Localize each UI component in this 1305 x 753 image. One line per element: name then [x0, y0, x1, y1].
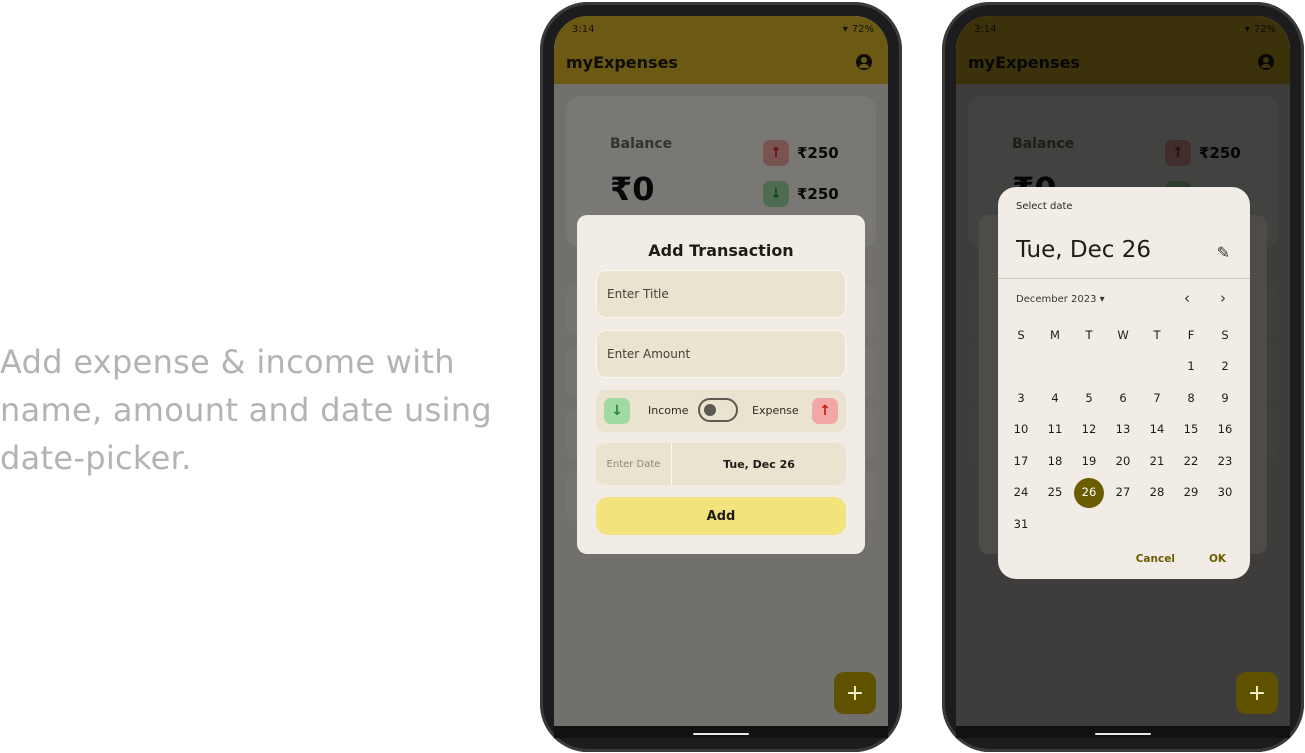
week-row: 10 11 12 13 14 15 16	[1004, 414, 1244, 446]
week-row: 12	[1004, 351, 1244, 383]
empty-cell	[1072, 351, 1106, 383]
day-cell[interactable]: 19	[1072, 445, 1106, 477]
day-cell[interactable]: 20	[1106, 445, 1140, 477]
day-cell[interactable]: 24	[1004, 477, 1038, 509]
dialog-actions: Cancel OK	[1136, 553, 1226, 565]
arrow-down-icon: ↓	[604, 398, 630, 424]
day-cell[interactable]: 15	[1174, 414, 1208, 446]
empty-cell	[1106, 508, 1140, 540]
day-cell[interactable]: 31	[1004, 508, 1038, 540]
date-value: Tue, Dec 26	[723, 457, 795, 471]
screen: 3:14 ▾72% myExpenses Balance ₹0 ↑ ₹250 ↓…	[554, 16, 888, 738]
title-input[interactable]: Enter Title	[596, 270, 846, 318]
day-cell[interactable]: 12	[1072, 414, 1106, 446]
phone-frame-add-transaction: 3:14 ▾72% myExpenses Balance ₹0 ↑ ₹250 ↓…	[540, 2, 902, 752]
home-gesture-pill[interactable]	[1095, 733, 1151, 735]
dialog-title: Add Transaction	[648, 241, 794, 260]
plus-icon[interactable]: +	[834, 672, 876, 714]
date-placeholder: Enter Date	[596, 443, 672, 485]
week-row: 3456789	[1004, 382, 1244, 414]
day-rows: 1 2 3 4 5 6 7 8 9 10 11 12 13 14 15 16 17 18 19 20 21 22 23 24 2…	[1004, 351, 1244, 540]
calendar-grid: SMTWTFS 1 2 3 4 5 6 7 8 9 10 11 12 13 14 15 16 17 18 19 20 2…	[1004, 319, 1244, 540]
amount-input[interactable]: Enter Amount	[596, 330, 846, 378]
selected-date: Tue, Dec 26	[1016, 237, 1151, 263]
chevron-left-icon[interactable]: ‹	[1184, 289, 1190, 307]
week-row: 31	[1004, 508, 1244, 540]
day-cell[interactable]: 29	[1174, 477, 1208, 509]
day-cell[interactable]: 18	[1038, 445, 1072, 477]
nav-bar	[554, 726, 888, 738]
empty-cell	[1038, 351, 1072, 383]
nav-bar	[956, 726, 1290, 738]
day-cell[interactable]: 13	[1106, 414, 1140, 446]
day-cell[interactable]: 23	[1208, 445, 1242, 477]
day-cell[interactable]: 10	[1004, 414, 1038, 446]
day-cell[interactable]: 11	[1038, 414, 1072, 446]
weekday-label: M	[1050, 327, 1060, 342]
screen: 3:14 ▾72% myExpenses Balance ₹0 ↑ ₹250 ↓	[956, 16, 1290, 738]
week-row: 24 25 26 27 28 29 30	[1004, 477, 1244, 509]
day-cell[interactable]: 22	[1174, 445, 1208, 477]
pencil-icon[interactable]: ✎	[1217, 243, 1230, 262]
phone-frame-date-picker: 3:14 ▾72% myExpenses Balance ₹0 ↑ ₹250 ↓	[942, 2, 1304, 752]
weekday-label: T	[1085, 327, 1093, 342]
day-cell[interactable]: 4	[1038, 382, 1072, 414]
divider	[998, 278, 1250, 279]
day-cell[interactable]: 28	[1140, 477, 1174, 509]
day-cell[interactable]: 8	[1174, 382, 1208, 414]
day-cell[interactable]: 1	[1174, 351, 1208, 383]
ok-button[interactable]: OK	[1209, 553, 1226, 565]
weekday-label: S	[1221, 327, 1229, 342]
week-row: 17 18 19 20 21 22 23	[1004, 445, 1244, 477]
day-cell[interactable]: 5	[1072, 382, 1106, 414]
add-button[interactable]: Add	[596, 497, 846, 535]
day-cell[interactable]: 26	[1072, 477, 1106, 509]
day-cell[interactable]: 6	[1106, 382, 1140, 414]
day-cell[interactable]: 27	[1106, 477, 1140, 509]
day-cell[interactable]: 25	[1038, 477, 1072, 509]
add-transaction-dialog: Add Transaction Enter Title Enter Amount…	[577, 215, 865, 554]
empty-cell	[1004, 351, 1038, 383]
income-expense-switch[interactable]	[698, 398, 738, 422]
empty-cell	[1072, 508, 1106, 540]
empty-cell	[1140, 508, 1174, 540]
empty-cell	[1208, 508, 1242, 540]
arrow-up-icon: ↑	[812, 398, 838, 424]
weekday-label: F	[1187, 327, 1195, 342]
date-picker-dialog: Select date Tue, Dec 26 ✎ December 2023 …	[998, 187, 1250, 579]
day-cell[interactable]: 14	[1140, 414, 1174, 446]
cancel-button[interactable]: Cancel	[1136, 553, 1175, 565]
expense-label: Expense	[752, 404, 799, 417]
day-cell[interactable]: 3	[1004, 382, 1038, 414]
dropdown-arrow-icon: ▾	[1099, 294, 1105, 305]
caption-text: Add expense & income with name, amount a…	[0, 343, 492, 477]
switch-knob	[704, 404, 716, 416]
weekday-label: T	[1153, 327, 1161, 342]
empty-cell	[1140, 351, 1174, 383]
empty-cell	[1174, 508, 1208, 540]
day-cell[interactable]: 7	[1140, 382, 1174, 414]
income-label: Income	[648, 404, 689, 417]
date-picker-header: Select date	[1016, 201, 1073, 212]
weekday-label: S	[1017, 327, 1025, 342]
day-cell[interactable]: 30	[1208, 477, 1242, 509]
day-cell[interactable]: 17	[1004, 445, 1038, 477]
weekday-label: W	[1117, 327, 1129, 342]
day-cell[interactable]: 2	[1208, 351, 1242, 383]
chevron-right-icon[interactable]: ›	[1220, 289, 1226, 307]
empty-cell	[1106, 351, 1140, 383]
date-field[interactable]: Enter Date Tue, Dec 26	[596, 443, 846, 485]
day-cell[interactable]: 16	[1208, 414, 1242, 446]
home-gesture-pill[interactable]	[693, 733, 749, 735]
day-cell[interactable]: 9	[1208, 382, 1242, 414]
day-cell[interactable]: 21	[1140, 445, 1174, 477]
empty-cell	[1038, 508, 1072, 540]
plus-icon[interactable]: +	[1236, 672, 1278, 714]
month-selector[interactable]: December 2023 ▾	[1016, 294, 1105, 305]
month-label: December 2023	[1016, 294, 1097, 305]
type-toggle-row: ↓ Income Expense ↑	[596, 390, 846, 432]
weekday-header: SMTWTFS	[1004, 319, 1244, 351]
